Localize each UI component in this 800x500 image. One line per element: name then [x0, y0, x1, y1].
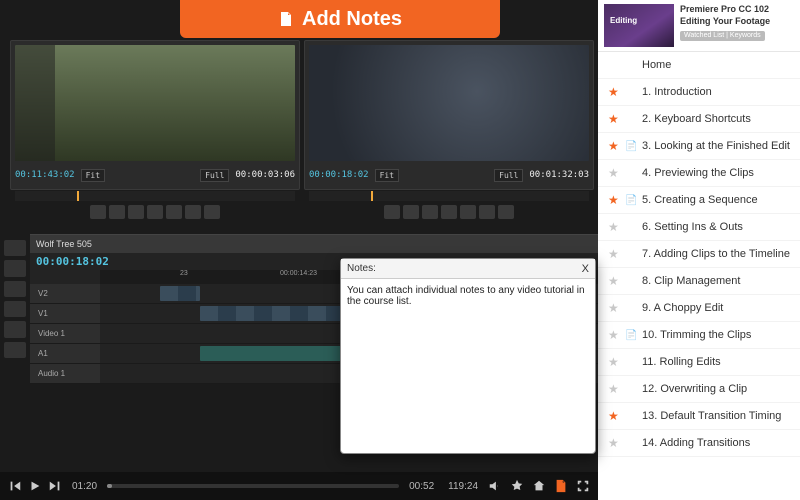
course-card[interactable]: Premiere Pro CC 102 Editing Your Footage…: [598, 0, 800, 52]
notes-icon[interactable]: [554, 479, 568, 493]
program-monitor[interactable]: 00:00:18:02 Fit Full 00:01:32:03: [304, 40, 594, 190]
has-note-icon: 📄: [625, 195, 635, 206]
notes-title: Notes:: [347, 263, 376, 274]
video-frame: 00:11:43:02 Fit Full 00:00:03:06 00:00:1…: [0, 0, 598, 472]
note-icon: [278, 11, 294, 27]
lesson-label: 14. Adding Transitions: [642, 437, 790, 449]
star-icon[interactable]: ★: [608, 112, 618, 126]
play-button[interactable]: [28, 479, 42, 493]
course-title: Editing Your Footage: [680, 16, 794, 26]
lesson-item[interactable]: ★ 📄 5. Creating a Sequence: [598, 187, 800, 214]
program-tc-in: 00:00:18:02: [309, 170, 369, 180]
add-notes-banner: Add Notes: [180, 0, 500, 38]
player-controls: 01:20 00:52 119:24: [0, 472, 598, 500]
lesson-item[interactable]: ★📄12. Overwriting a Clip: [598, 376, 800, 403]
lesson-label: 7. Adding Clips to the Timeline: [642, 248, 790, 260]
star-icon[interactable]: ★: [608, 328, 618, 342]
lesson-item[interactable]: ★📄8. Clip Management: [598, 268, 800, 295]
home-icon[interactable]: [532, 479, 546, 493]
star-icon[interactable]: ★: [608, 436, 618, 450]
has-note-icon: 📄: [625, 330, 635, 341]
tool-palette[interactable]: [0, 234, 30, 364]
lesson-label: 4. Previewing the Clips: [642, 167, 790, 179]
notes-body[interactable]: You can attach individual notes to any v…: [341, 279, 595, 453]
lesson-item[interactable]: ★📄2. Keyboard Shortcuts: [598, 106, 800, 133]
lesson-label: 10. Trimming the Clips: [642, 329, 790, 341]
star-icon[interactable]: ★: [608, 301, 618, 315]
track-audio1[interactable]: Audio 1: [30, 364, 100, 383]
lesson-item[interactable]: ★ 📄 10. Trimming the Clips: [598, 322, 800, 349]
current-time: 01:20: [72, 481, 97, 492]
program-tc-out: 00:01:32:03: [529, 170, 589, 180]
track-a1[interactable]: A1: [30, 344, 100, 363]
lesson-sidebar: Premiere Pro CC 102 Editing Your Footage…: [598, 0, 800, 500]
lesson-item[interactable]: ★📄11. Rolling Edits: [598, 349, 800, 376]
lesson-item[interactable]: ★📄9. A Choppy Edit: [598, 295, 800, 322]
source-tc-in: 00:11:43:02: [15, 170, 75, 180]
lesson-label: 8. Clip Management: [642, 275, 790, 287]
fullscreen-icon[interactable]: [576, 479, 590, 493]
star-icon[interactable]: ★: [608, 139, 618, 153]
lesson-label: 2. Keyboard Shortcuts: [642, 113, 790, 125]
star-icon[interactable]: ★: [608, 220, 618, 234]
lesson-label: 1. Introduction: [642, 86, 790, 98]
star-icon[interactable]: ★: [608, 409, 618, 423]
lesson-item[interactable]: ★📄6. Setting Ins & Outs: [598, 214, 800, 241]
star-icon[interactable]: ★: [608, 247, 618, 261]
lesson-item[interactable]: ★📄Home: [598, 52, 800, 79]
duration-total: 119:24: [448, 481, 478, 492]
lesson-label: Home: [642, 59, 790, 71]
volume-icon[interactable]: [488, 479, 502, 493]
has-note-icon: 📄: [625, 141, 635, 152]
star-icon[interactable]: ★: [608, 274, 618, 288]
source-tc-out: 00:00:03:06: [235, 170, 295, 180]
program-fit: Fit: [375, 169, 399, 182]
lesson-item[interactable]: ★📄4. Previewing the Clips: [598, 160, 800, 187]
lesson-item[interactable]: ★📄14. Adding Transitions: [598, 430, 800, 457]
program-quality: Full: [494, 169, 523, 182]
course-tag: Watched List | Keywords: [680, 31, 765, 41]
track-video1[interactable]: Video 1: [30, 324, 100, 343]
star-icon[interactable]: ★: [608, 85, 618, 99]
course-thumb: [604, 4, 674, 47]
source-quality: Full: [200, 169, 229, 182]
course-code: Premiere Pro CC 102: [680, 4, 794, 14]
prev-button[interactable]: [8, 479, 22, 493]
lesson-label: 11. Rolling Edits: [642, 356, 790, 368]
lesson-item[interactable]: ★ 📄 3. Looking at the Finished Edit: [598, 133, 800, 160]
lesson-item[interactable]: ★📄1. Introduction: [598, 79, 800, 106]
star-icon[interactable]: ★: [608, 58, 618, 72]
lesson-item[interactable]: ★📄13. Default Transition Timing: [598, 403, 800, 430]
star-icon[interactable]: ★: [608, 193, 618, 207]
star-icon[interactable]: [510, 479, 524, 493]
source-monitor[interactable]: 00:11:43:02 Fit Full 00:00:03:06: [10, 40, 300, 190]
scrubber[interactable]: [107, 484, 399, 488]
banner-label: Add Notes: [302, 8, 402, 31]
lesson-label: 12. Overwriting a Clip: [642, 383, 790, 395]
track-v2[interactable]: V2: [30, 284, 100, 303]
lesson-list: ★📄Home★📄1. Introduction★📄2. Keyboard Sho…: [598, 52, 800, 500]
notes-close-button[interactable]: X: [582, 263, 589, 275]
lesson-label: 13. Default Transition Timing: [642, 410, 790, 422]
sequence-tab[interactable]: Wolf Tree 505: [36, 239, 92, 249]
lesson-label: 5. Creating a Sequence: [642, 194, 790, 206]
lesson-item[interactable]: ★📄7. Adding Clips to the Timeline: [598, 241, 800, 268]
lesson-label: 6. Setting Ins & Outs: [642, 221, 790, 233]
star-icon[interactable]: ★: [608, 355, 618, 369]
source-fit: Fit: [81, 169, 105, 182]
notes-popover: Notes: X You can attach individual notes…: [340, 258, 596, 454]
next-button[interactable]: [48, 479, 62, 493]
duration-mid: 00:52: [409, 481, 434, 492]
lesson-label: 9. A Choppy Edit: [642, 302, 790, 314]
lesson-label: 3. Looking at the Finished Edit: [642, 140, 790, 152]
star-icon[interactable]: ★: [608, 382, 618, 396]
track-v1[interactable]: V1: [30, 304, 100, 323]
player-area: Add Notes 00:11:43:02 Fit Full 00:00:03:…: [0, 0, 598, 500]
star-icon[interactable]: ★: [608, 166, 618, 180]
